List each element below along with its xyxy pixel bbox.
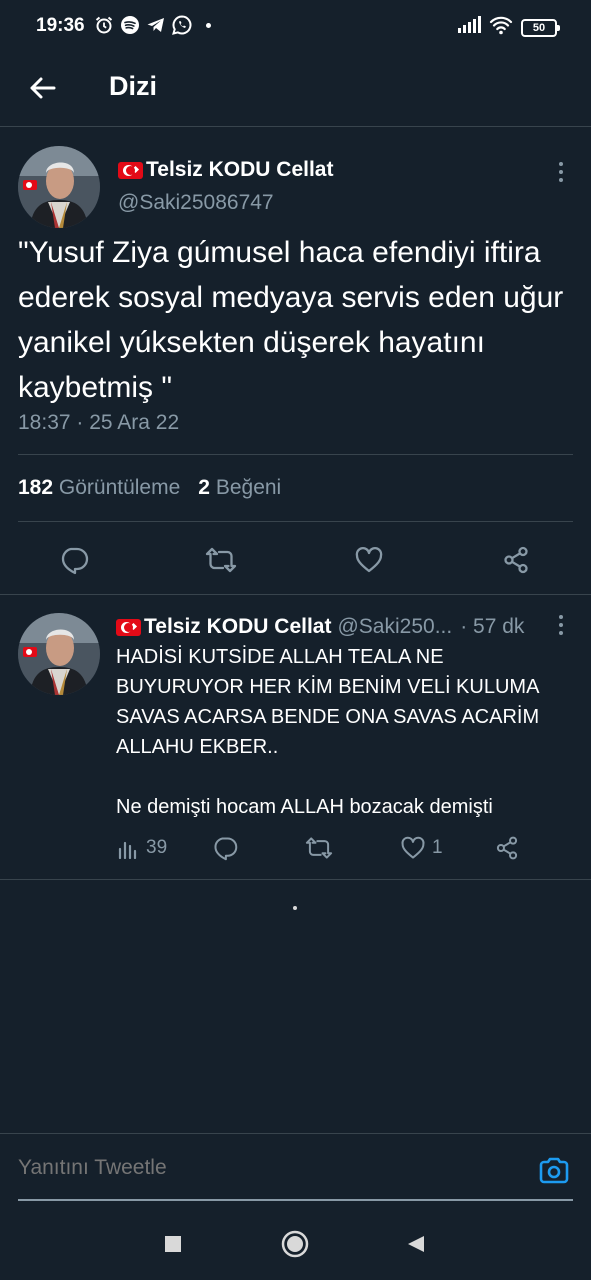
page-title: Dizi — [109, 71, 158, 101]
like-button[interactable] — [349, 540, 389, 580]
camera-icon — [539, 1157, 569, 1184]
more-notifications-dot — [206, 22, 211, 28]
heart-icon — [401, 836, 425, 859]
turkey-flag-icon — [118, 161, 143, 179]
avatar[interactable] — [18, 613, 100, 695]
whatsapp-icon — [172, 15, 192, 35]
reply-input[interactable] — [18, 1156, 518, 1180]
comment-icon — [61, 547, 89, 575]
retweet-icon — [305, 837, 333, 859]
author-name-text: Telsiz KODU Cellat — [144, 615, 332, 638]
reply-text-paragraph: Ne demişti hocam ALLAH bozacak demişti — [116, 796, 493, 818]
input-underline — [18, 1199, 573, 1201]
reply-button[interactable] — [212, 833, 238, 863]
share-icon — [504, 546, 528, 574]
views-label: Görüntüleme — [58, 476, 181, 499]
author-name[interactable]: Telsiz KODU Cellat — [116, 615, 331, 639]
reply-text: HADİSİ KUTSİDE ALLAH TEALA NE BUYURUYOR … — [116, 642, 576, 822]
home-button[interactable] — [277, 1226, 313, 1262]
system-navigation-bar — [0, 1210, 591, 1280]
status-bar: 19:36 50 — [0, 0, 591, 56]
views-stat[interactable]: 182 Görüntüleme — [18, 476, 180, 500]
likes-stat[interactable]: 2 Beğeni — [198, 476, 281, 500]
author-handle[interactable]: @Saki25086747 — [118, 191, 274, 215]
signal-icon — [457, 16, 481, 39]
arrow-left-icon — [30, 77, 56, 99]
retweet-icon — [205, 547, 237, 573]
reply-button[interactable] — [54, 540, 94, 580]
system-back-button[interactable] — [398, 1226, 434, 1262]
comment-icon — [214, 837, 238, 861]
heart-icon — [355, 547, 383, 573]
loading-indicator — [293, 906, 297, 910]
system-icons: 50 — [457, 15, 560, 40]
share-button[interactable] — [496, 540, 536, 580]
reply-header: Telsiz KODU Cellat @Saki250... · 57 dk — [116, 615, 556, 639]
square-icon — [165, 1236, 181, 1252]
notification-icons — [94, 15, 211, 35]
main-tweet: Telsiz KODU Cellat @Saki25086747 "Yusuf … — [0, 128, 591, 595]
wifi-icon — [489, 15, 513, 40]
views-count: 39 — [146, 837, 168, 858]
reply-composer — [0, 1133, 591, 1203]
recent-apps-button[interactable] — [155, 1226, 191, 1262]
app-header: Dizi — [0, 56, 591, 127]
retweet-button[interactable] — [201, 540, 241, 580]
status-time: 19:36 — [36, 15, 85, 36]
author-name[interactable]: Telsiz KODU Cellat — [118, 158, 333, 182]
reply-actions: 39 1 — [116, 833, 536, 863]
spotify-icon — [120, 15, 140, 35]
tweet-actions — [0, 540, 591, 580]
reply-text-paragraph: HADİSİ KUTSİDE ALLAH TEALA NE BUYURUYOR … — [116, 646, 540, 758]
share-icon — [496, 836, 518, 860]
divider — [18, 454, 573, 455]
reply-tweet[interactable]: Telsiz KODU Cellat @Saki250... · 57 dk H… — [0, 595, 591, 880]
turkey-flag-icon — [116, 618, 141, 636]
tweet-timestamp: 18:37 · 25 Ara 22 — [18, 411, 180, 434]
likes-label: Beğeni — [215, 476, 282, 499]
more-options-button[interactable] — [549, 613, 573, 637]
share-button[interactable] — [494, 833, 520, 863]
tweet-stats: 182 Görüntüleme 2 Beğeni — [18, 476, 281, 500]
more-vertical-icon — [559, 615, 563, 619]
analytics-icon — [118, 841, 137, 859]
tweet-detail-screen: 19:36 50 Dizi Telsiz KODU Cellat @Saki25… — [0, 0, 591, 1280]
like-button[interactable]: 1 — [400, 833, 443, 863]
triangle-back-icon — [408, 1236, 424, 1252]
home-circle-icon — [281, 1230, 309, 1258]
author-handle[interactable]: @Saki250... — [337, 615, 452, 639]
divider — [18, 521, 573, 522]
likes-count: 1 — [432, 837, 443, 858]
likes-count: 2 — [198, 476, 210, 499]
telegram-icon — [146, 15, 166, 35]
battery-icon: 50 — [521, 18, 560, 37]
back-button[interactable] — [22, 68, 62, 108]
battery-level: 50 — [532, 21, 546, 34]
views-button[interactable]: 39 — [118, 833, 167, 863]
camera-button[interactable] — [537, 1154, 571, 1188]
reply-timestamp: · 57 dk — [460, 615, 525, 638]
avatar[interactable] — [18, 146, 100, 228]
author-name-text: Telsiz KODU Cellat — [146, 158, 334, 181]
more-options-button[interactable] — [549, 160, 573, 184]
retweet-button[interactable] — [304, 833, 334, 863]
tweet-text: "Yusuf Ziya gúmusel haca efendiyi iftira… — [18, 236, 564, 404]
alarm-icon — [94, 15, 114, 35]
more-vertical-icon — [559, 162, 563, 166]
views-count: 182 — [18, 476, 54, 499]
